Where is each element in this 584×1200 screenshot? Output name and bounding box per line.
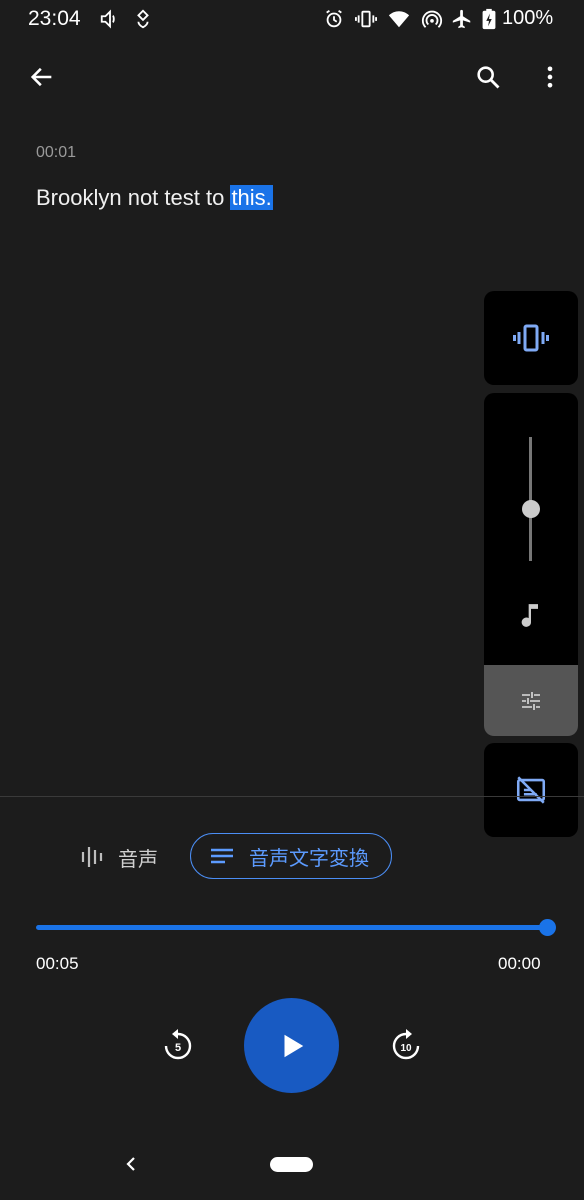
transcript-highlighted-word[interactable]: this. <box>230 185 273 210</box>
tab-audio-label: 音声 <box>118 848 158 871</box>
more-options-button[interactable] <box>528 55 572 99</box>
search-icon <box>477 66 500 89</box>
home-button[interactable] <box>270 1157 313 1172</box>
status-clock: 23:04 <box>28 7 81 30</box>
chevron-left-icon <box>126 1157 135 1171</box>
status-bar: 23:04 100% <box>0 0 584 38</box>
transcript-timestamp: 00:01 <box>36 144 77 161</box>
remaining-time: 00:00 <box>498 954 541 973</box>
tab-audio[interactable]: 音声 <box>70 834 168 880</box>
captions-off-icon <box>516 776 546 804</box>
battery-charging-icon <box>482 8 496 30</box>
arrow-back-icon <box>30 67 52 87</box>
location-heart-icon <box>137 9 149 29</box>
play-icon <box>284 1034 303 1057</box>
battery-percentage: 100% <box>502 7 554 29</box>
notes-icon <box>211 848 233 864</box>
elapsed-time: 00:05 <box>36 954 79 973</box>
airplane-icon <box>452 9 471 29</box>
volume-slider-thumb[interactable] <box>522 499 540 518</box>
vibrate-icon <box>355 10 377 28</box>
vibrate-icon <box>513 324 549 352</box>
volume-icon <box>100 9 115 29</box>
media-volume-panel <box>484 393 578 736</box>
rewind-seconds-label: 5 <box>175 1042 181 1054</box>
seek-thumb[interactable] <box>539 919 556 936</box>
captions-toggle-button[interactable] <box>484 743 578 837</box>
tune-icon <box>522 691 540 710</box>
replay-5-icon: 5 <box>164 1029 192 1060</box>
play-button[interactable] <box>244 998 339 1093</box>
waveform-icon <box>81 847 103 867</box>
section-divider <box>0 796 584 797</box>
wifi-icon <box>388 11 410 28</box>
transcript-plain-text: Brooklyn not test to <box>36 185 231 210</box>
volume-settings-button[interactable] <box>484 665 578 736</box>
tab-transcript[interactable]: 音声文字変換 <box>190 833 392 879</box>
back-button[interactable] <box>20 55 64 99</box>
music-note-icon <box>521 604 538 627</box>
search-button[interactable] <box>466 55 510 99</box>
hotspot-icon <box>421 10 443 28</box>
rewind-5-button[interactable]: 5 <box>158 1026 198 1066</box>
seek-bar[interactable] <box>36 925 548 930</box>
alarm-icon <box>326 9 342 28</box>
nav-back-button[interactable] <box>118 1150 142 1178</box>
forward-10-button[interactable]: 10 <box>386 1026 426 1066</box>
tab-transcript-label: 音声文字変換 <box>249 847 369 870</box>
forward-seconds-label: 10 <box>400 1043 412 1054</box>
forward-10-icon: 10 <box>392 1029 420 1060</box>
transcript-text[interactable]: Brooklyn not test to this. <box>36 185 273 211</box>
more-vert-icon <box>547 66 553 88</box>
ringer-mode-button[interactable] <box>484 291 578 385</box>
